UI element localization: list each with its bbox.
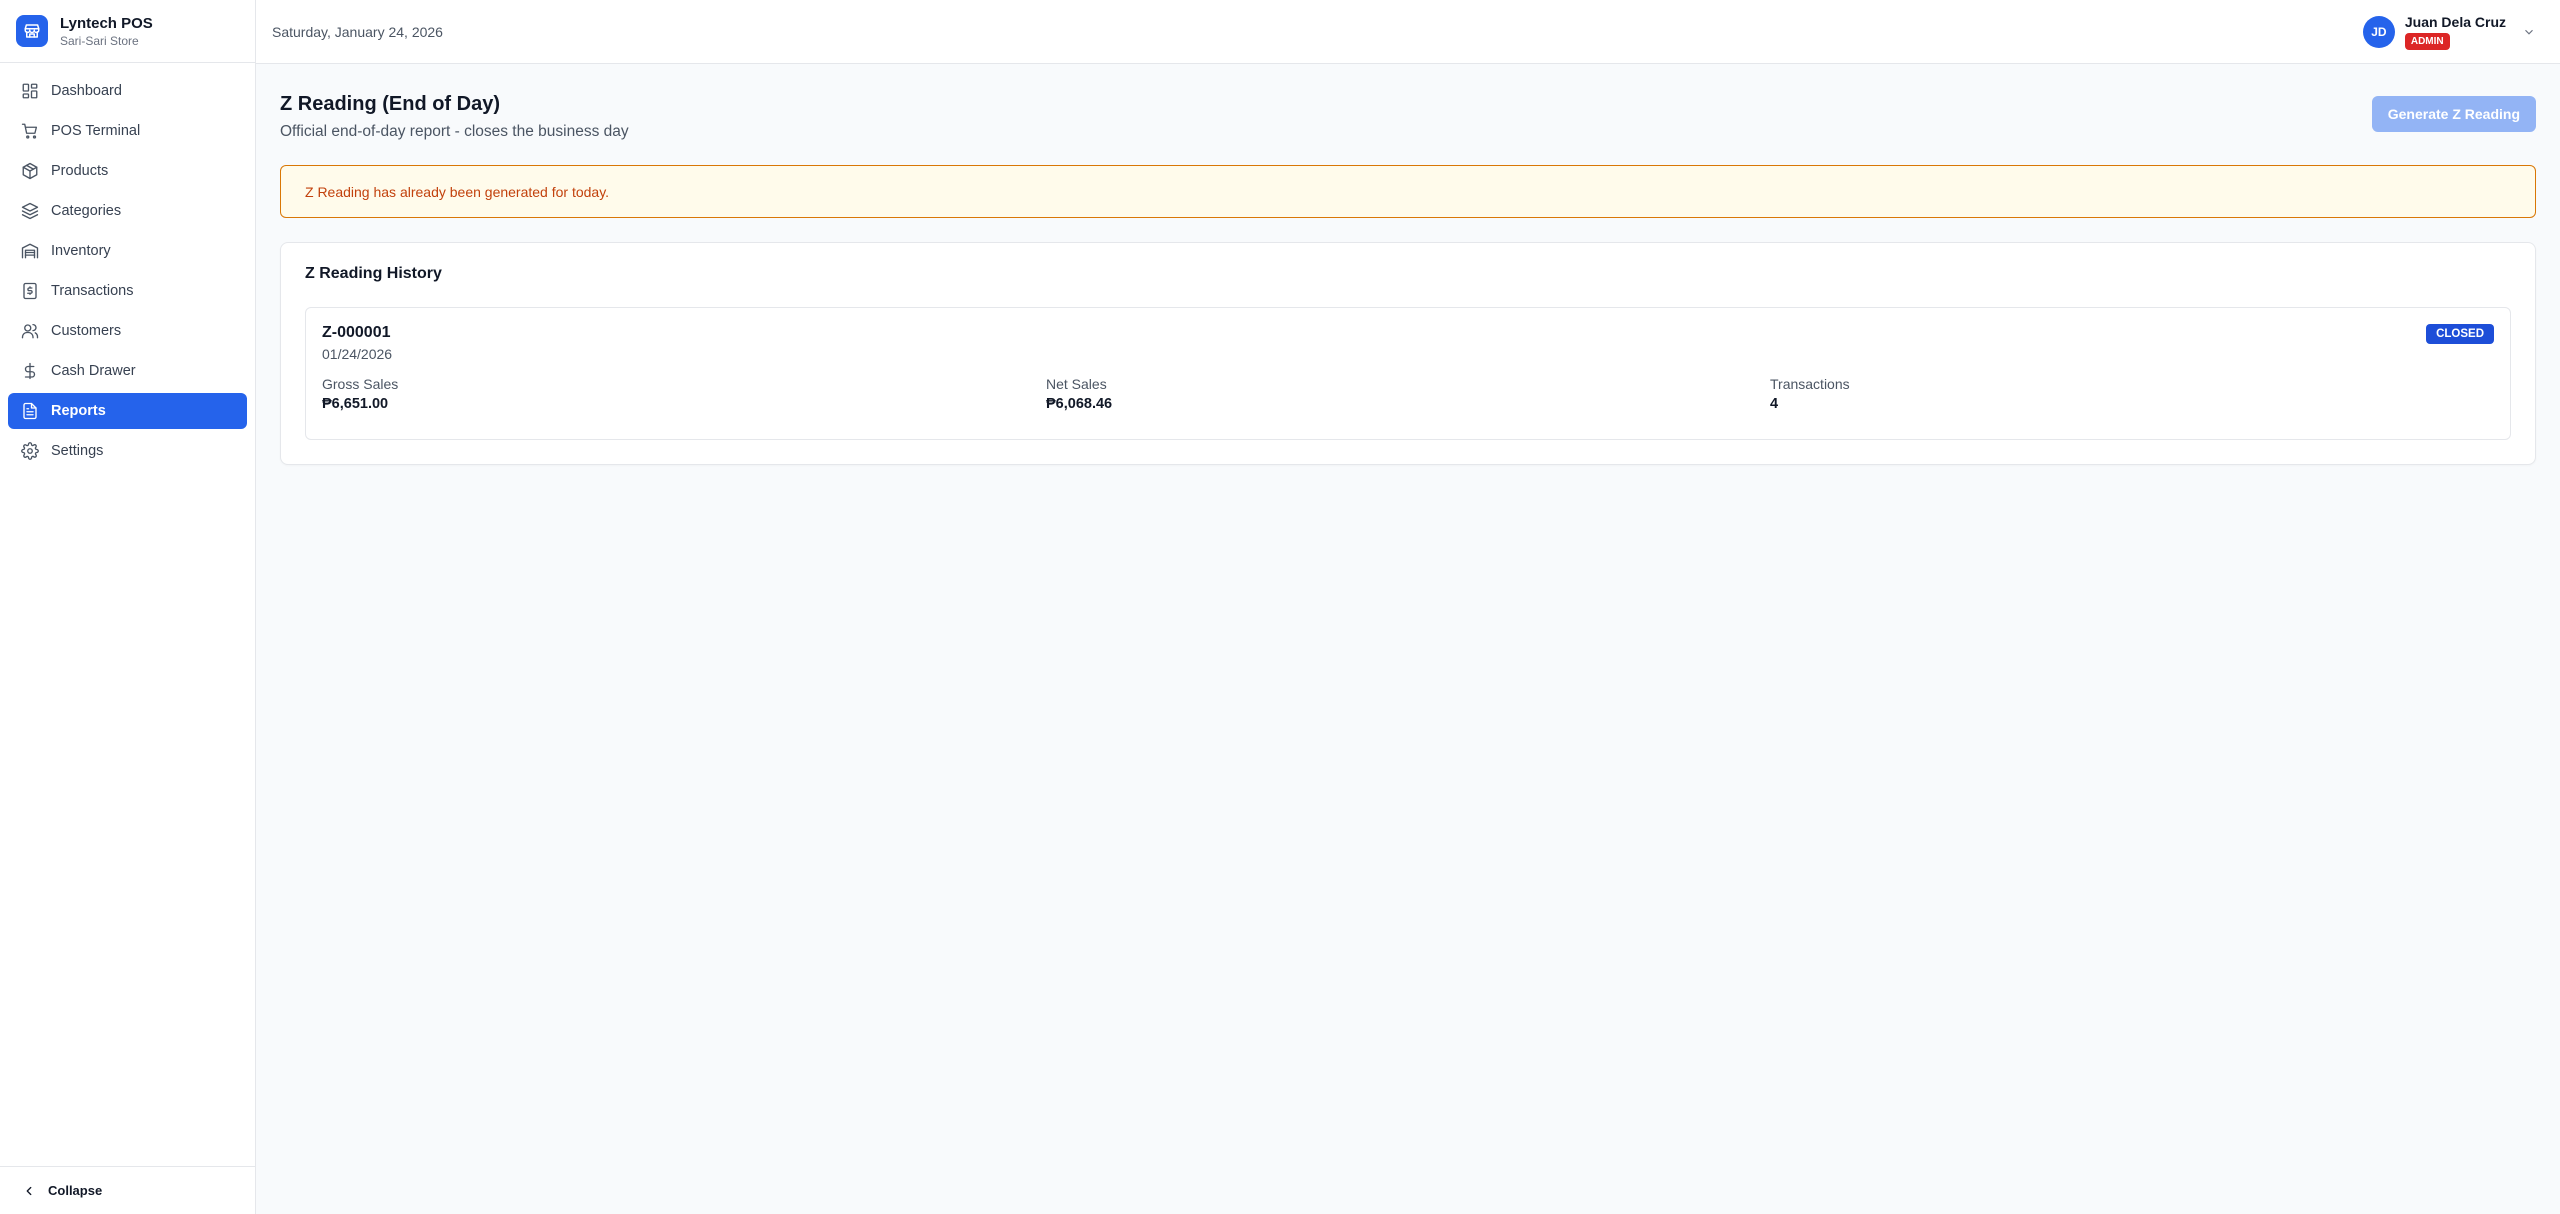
page-subtitle: Official end-of-day report - closes the … [280,123,629,140]
chevron-down-icon [2525,29,2533,35]
reading-date: 01/24/2026 [322,346,393,362]
sidebar-item-products[interactable]: Products [8,153,247,189]
net-sales-stat: Net Sales ₱6,068.46 [1046,376,1770,412]
sidebar-item-label: Products [51,163,109,179]
warehouse-icon [21,243,39,259]
top-header: Saturday, January 24, 2026 JD Juan Dela … [256,0,2560,64]
user-menu[interactable]: JD Juan Dela Cruz ADMIN [2362,13,2536,50]
sidebar-item-label: Inventory [51,243,111,259]
sidebar-item-reports[interactable]: Reports [8,393,247,429]
box-icon [22,162,38,180]
sidebar-item-transactions[interactable]: Transactions [8,273,247,309]
role-badge: ADMIN [2404,32,2450,50]
sidebar-item-customers[interactable]: Customers [8,313,247,349]
sidebar-nav: Dashboard POS Terminal Products Categori… [0,63,255,479]
sidebar-item-label: Customers [51,323,122,339]
gear-icon [21,442,39,460]
z-reading-item[interactable]: Z-000001 01/24/2026 CLOSED Gross Sales ₱… [305,307,2511,440]
layers-icon [21,202,39,220]
sidebar-item-label: POS Terminal [51,123,141,139]
current-date: Saturday, January 24, 2026 [272,23,443,40]
transactions-stat: Transactions 4 [1770,376,2494,412]
sidebar-item-settings[interactable]: Settings [8,433,247,469]
sidebar-item-label: Categories [51,203,122,219]
user-name: Juan Dela Cruz [2404,13,2506,30]
users-icon [21,323,39,339]
generate-z-reading-button[interactable]: Generate Z Reading [2371,96,2536,132]
collapse-label: Collapse [48,1183,103,1198]
sidebar-item-label: Cash Drawer [51,363,136,379]
sidebar-item-pos-terminal[interactable]: POS Terminal [8,113,247,149]
sidebar-item-categories[interactable]: Categories [8,193,247,229]
page-title: Z Reading (End of Day) [280,93,500,115]
cart-icon [21,123,38,139]
dashboard-icon [22,83,38,99]
gross-sales-value: ₱6,651.00 [322,396,389,412]
sidebar-item-label: Transactions [51,283,134,299]
sidebar-item-inventory[interactable]: Inventory [8,233,247,269]
gross-sales-stat: Gross Sales ₱6,651.00 [322,376,1046,412]
sidebar-item-label: Reports [51,403,106,419]
receipt-icon [23,282,37,300]
reading-stats: Gross Sales ₱6,651.00 Net Sales ₱6,068.4… [322,376,2494,412]
brand: Lyntech POS Sari-Sari Store [0,0,255,63]
already-generated-alert: Z Reading has already been generated for… [280,165,2536,218]
history-title: Z Reading History [305,265,442,282]
net-sales-value: ₱6,068.46 [1046,396,1113,412]
alert-message: Z Reading has already been generated for… [305,183,610,200]
avatar: JD [2362,15,2395,48]
sidebar-item-label: Settings [51,443,104,459]
store-icon [16,15,48,47]
status-badge: CLOSED [2426,324,2494,344]
store-name: Sari-Sari Store [60,33,139,48]
gross-sales-label: Gross Sales [322,376,399,392]
transactions-value: 4 [1770,396,1779,412]
file-report-icon [23,402,37,420]
net-sales-label: Net Sales [1046,376,1107,392]
main-content: Z Reading (End of Day) Official end-of-d… [256,64,2560,1214]
sidebar-item-label: Dashboard [51,83,122,99]
z-reading-history-card: Z Reading History Z-000001 01/24/2026 CL… [280,242,2536,465]
transactions-label: Transactions [1770,376,1850,392]
sidebar-item-cash-drawer[interactable]: Cash Drawer [8,353,247,389]
sidebar: Lyntech POS Sari-Sari Store Dashboard PO… [0,0,256,1214]
chevron-left-icon [26,1186,32,1195]
collapse-button[interactable]: Collapse [0,1166,256,1214]
app-name: Lyntech POS [60,14,153,32]
sidebar-item-dashboard[interactable]: Dashboard [8,73,247,109]
dollar-icon [24,362,36,380]
reading-id: Z-000001 [322,324,391,341]
